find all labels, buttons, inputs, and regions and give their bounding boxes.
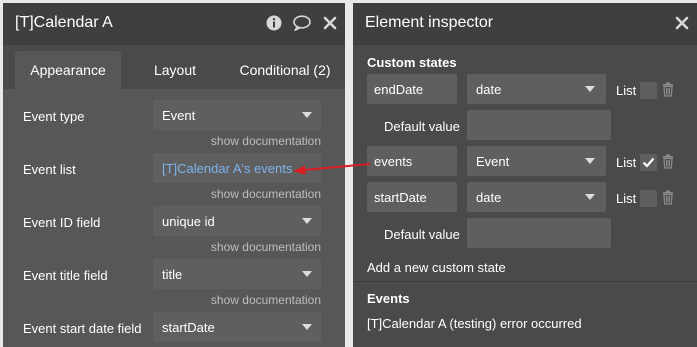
state-type-value: date — [476, 189, 502, 205]
event-title-field-value: title — [162, 266, 183, 282]
list-label: List — [616, 191, 637, 206]
section-divider — [353, 281, 697, 282]
state-name-value: endDate — [374, 81, 424, 97]
list-checkbox-checked[interactable] — [640, 154, 657, 171]
tab-conditional[interactable]: Conditional (2) — [227, 51, 343, 89]
checkmark-icon — [642, 157, 655, 168]
chevron-down-icon — [585, 194, 595, 200]
event-id-field-value: unique id — [162, 213, 215, 229]
tab-bar: Appearance Layout Conditional (2) — [15, 51, 337, 89]
event-type-value: Event — [162, 107, 196, 123]
property-editor-panel: [T]Calendar A Appearance Layout Conditio… — [3, 3, 345, 347]
chevron-down-icon — [302, 271, 312, 277]
chevron-down-icon — [302, 218, 312, 224]
close-icon[interactable] — [321, 12, 339, 34]
event-list-label: Event list — [23, 162, 76, 177]
event-id-field-dropdown[interactable]: unique id — [153, 206, 321, 236]
event-id-field-label: Event ID field — [23, 215, 101, 230]
add-custom-state-link[interactable]: Add a new custom state — [367, 260, 506, 275]
comment-icon[interactable] — [293, 12, 311, 34]
event-title-field-label: Event title field — [23, 268, 108, 283]
tab-appearance[interactable]: Appearance — [15, 51, 121, 89]
show-documentation-link[interactable]: show documentation — [211, 293, 321, 307]
inspector-title: Element inspector — [365, 14, 494, 31]
list-label: List — [616, 83, 637, 98]
show-documentation-link[interactable]: show documentation — [211, 187, 321, 201]
list-checkbox[interactable] — [640, 82, 657, 99]
show-documentation-link[interactable]: show documentation — [211, 134, 321, 148]
event-list-value: [T]Calendar A's events — [162, 160, 293, 176]
inspector-titlebar-icons — [673, 12, 691, 34]
state-type-value: date — [476, 81, 502, 97]
element-inspector-titlebar[interactable]: Element inspector — [353, 3, 697, 45]
event-item[interactable]: [T]Calendar A (testing) error occurred — [367, 316, 582, 331]
trash-icon[interactable] — [662, 190, 674, 205]
state-name-field[interactable]: events — [367, 146, 457, 176]
default-value-input[interactable] — [467, 218, 611, 248]
chevron-down-icon — [585, 86, 595, 92]
trash-icon[interactable] — [662, 82, 674, 97]
list-checkbox[interactable] — [640, 190, 657, 207]
event-type-dropdown[interactable]: Event — [153, 100, 321, 130]
state-name-field[interactable]: startDate — [367, 182, 457, 212]
default-value-label: Default value — [384, 119, 460, 134]
info-icon[interactable] — [265, 12, 283, 34]
titlebar-icons — [265, 12, 339, 34]
default-value-label: Default value — [384, 227, 460, 242]
state-type-dropdown[interactable]: date — [467, 74, 606, 104]
custom-states-heading: Custom states — [367, 55, 457, 70]
chevron-down-icon — [302, 324, 312, 330]
trash-icon[interactable] — [662, 154, 674, 169]
show-documentation-link[interactable]: show documentation — [211, 240, 321, 254]
state-name-value: startDate — [374, 189, 427, 205]
close-icon[interactable] — [673, 12, 691, 34]
event-list-field[interactable]: [T]Calendar A's events — [153, 153, 321, 183]
event-start-date-field-dropdown[interactable]: startDate — [153, 312, 321, 342]
state-type-dropdown[interactable]: date — [467, 182, 606, 212]
event-start-date-field-label: Event start date field — [23, 321, 142, 336]
state-name-value: events — [374, 153, 413, 169]
default-value-input[interactable] — [467, 110, 611, 140]
state-type-value: Event — [476, 153, 510, 169]
appearance-content: Event type Event show documentation Even… — [3, 89, 345, 347]
events-heading: Events — [367, 291, 410, 306]
chevron-down-icon — [585, 158, 595, 164]
event-type-label: Event type — [23, 109, 85, 124]
event-start-date-field-value: startDate — [162, 319, 215, 335]
chevron-down-icon — [302, 112, 312, 118]
state-name-field[interactable]: endDate — [367, 74, 457, 104]
element-title: [T]Calendar A — [15, 14, 113, 31]
event-title-field-dropdown[interactable]: title — [153, 259, 321, 289]
tab-layout[interactable]: Layout — [135, 51, 215, 89]
element-inspector-panel: Element inspector Custom states endDate … — [353, 3, 697, 347]
list-label: List — [616, 155, 637, 170]
state-type-dropdown[interactable]: Event — [467, 146, 606, 176]
property-editor-titlebar[interactable]: [T]Calendar A — [3, 3, 345, 45]
